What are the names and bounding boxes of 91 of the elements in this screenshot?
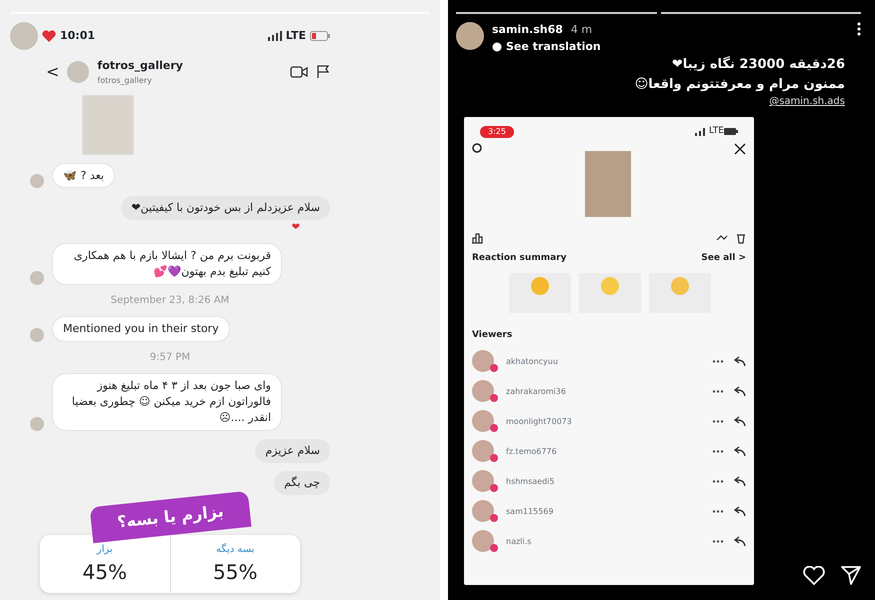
viewer-row[interactable]: nazli.s <box>464 526 754 556</box>
reply-icon[interactable] <box>732 536 746 547</box>
more-options-icon[interactable] <box>857 22 861 36</box>
viewer-name: zahrakaromi36 <box>506 386 567 398</box>
viewer-avatar-icon <box>472 440 498 464</box>
story-age: 4 m <box>570 22 592 38</box>
battery-icon <box>310 31 330 41</box>
message-bubble: قربونت برم من ? ایشالا بازم با هم همکاری کنیم تبلیغ بدم بهتون💜💕 <box>52 243 282 286</box>
message-bubble: وای صبا جون بعد از ۳ ۴ ماه تبلیغ هنوز فالوراتون ازم خرید میکنن ☺ چطوری بعضیا انقدر ....☹ <box>52 373 282 431</box>
chat-subtitle: fotros_gallery <box>97 74 153 86</box>
flag-icon[interactable] <box>316 65 330 80</box>
viewer-name: fz.temo6776 <box>506 446 558 458</box>
more-icon[interactable] <box>712 480 724 483</box>
message-bubble: سلام عزیزم <box>255 439 330 463</box>
timestamp: September 23, 8:26 AM <box>110 294 230 308</box>
more-icon[interactable] <box>712 390 724 393</box>
more-icon[interactable] <box>712 510 724 513</box>
reaction-summary-title: Reaction summary <box>472 252 566 264</box>
caption-line: 26دقیقه 23000 نگاه زیبا❤ <box>672 55 845 74</box>
reply-icon[interactable] <box>732 416 746 427</box>
reply-icon[interactable] <box>732 386 746 397</box>
more-icon[interactable] <box>712 360 724 363</box>
viewer-name: hshmsaedi5 <box>506 476 556 488</box>
emoji-icon <box>671 277 689 295</box>
battery-icon <box>724 128 738 136</box>
story-photo <box>585 150 631 216</box>
viewers-title: Viewers <box>471 329 514 342</box>
message-bubble: سلام عزیزدلم از بس خودتون با کیفیتین❤ <box>121 196 330 220</box>
shared-post-thumbnail <box>82 94 134 154</box>
profile-avatar <box>456 22 484 50</box>
viewer-name: akhatoncyuu <box>506 356 559 368</box>
back-button[interactable]: < <box>46 60 60 84</box>
story-username[interactable]: samin.sh68 <box>492 22 563 38</box>
reply-icon[interactable] <box>732 476 746 487</box>
trash-icon[interactable] <box>736 232 746 244</box>
more-icon[interactable] <box>712 420 724 423</box>
signal-icon <box>695 128 706 136</box>
chat-username: fotros_gallery <box>97 58 183 74</box>
viewer-name: sam115569 <box>506 506 554 518</box>
more-icon[interactable] <box>712 450 724 453</box>
reply-icon[interactable] <box>732 506 746 517</box>
message-bubble: Mentioned you in their story <box>52 316 230 342</box>
viewer-row[interactable]: moonlight70073 <box>464 406 754 436</box>
viewer-avatar-icon <box>472 470 498 494</box>
see-translation-link[interactable]: See translation <box>506 38 601 55</box>
viewer-avatar-icon <box>472 410 498 434</box>
signal-icon <box>268 31 282 41</box>
avatar <box>10 22 38 50</box>
viewer-avatar-icon <box>472 380 498 404</box>
heart-outline-icon[interactable] <box>803 566 825 585</box>
poll-option-label: بزار <box>96 542 113 557</box>
viewer-name: nazli.s <box>506 536 532 548</box>
viewer-row[interactable]: zahrakaromi36 <box>464 376 754 406</box>
reply-icon[interactable] <box>732 446 746 457</box>
recording-time: 3:25 <box>480 126 514 138</box>
viewer-row[interactable]: akhatoncyuu <box>464 346 754 376</box>
message-bubble: بعد ? 🦋 <box>52 162 115 188</box>
sender-avatar <box>30 417 44 431</box>
network-label: LTE <box>709 125 724 138</box>
send-icon[interactable] <box>841 565 861 585</box>
emoji-icon <box>601 277 619 295</box>
mention-link[interactable]: @samin.sh.ads <box>769 94 845 109</box>
viewer-row[interactable]: hshmsaedi5 <box>464 466 754 496</box>
network-label: LTE <box>286 28 306 44</box>
poll-percent: 55% <box>213 560 258 584</box>
close-icon[interactable] <box>734 142 746 154</box>
sender-avatar <box>30 174 44 188</box>
sender-avatar <box>30 271 44 286</box>
reply-icon[interactable] <box>732 356 746 367</box>
emoji-icon <box>531 277 549 295</box>
viewer-name: moonlight70073 <box>506 416 573 428</box>
see-all-link[interactable]: See all > <box>701 252 746 265</box>
viewer-avatar-icon <box>472 500 498 524</box>
caption-line: ممنون مرام و معرفتتونم واقعا☺ <box>634 76 845 94</box>
trend-icon[interactable] <box>716 234 728 242</box>
more-icon[interactable] <box>712 540 724 543</box>
sender-avatar <box>30 328 44 342</box>
viewer-avatar-icon <box>472 530 498 554</box>
heart-icon <box>42 30 56 42</box>
timestamp: 9:57 PM <box>148 351 192 366</box>
bar-chart-icon[interactable] <box>472 232 484 244</box>
message-bubble: چی بگم <box>274 470 330 495</box>
poll-percent: 45% <box>82 560 127 584</box>
reaction-heart: ❤ <box>292 221 300 236</box>
poll-option-label: بسه دیگه <box>216 542 254 557</box>
avatar <box>67 61 90 84</box>
viewer-row[interactable]: sam115569 <box>464 496 754 526</box>
viewer-avatar-icon <box>472 350 498 374</box>
status-time: 10:01 <box>60 28 96 44</box>
video-call-icon[interactable] <box>290 66 308 78</box>
viewer-row[interactable]: fz.temo6776 <box>464 436 754 466</box>
